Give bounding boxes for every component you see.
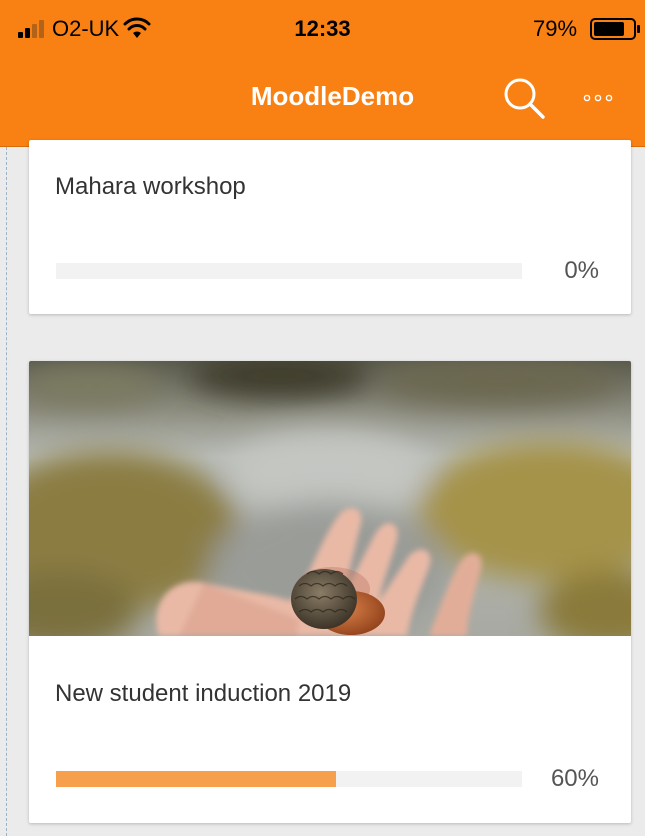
more-options-button[interactable]: [578, 88, 618, 108]
course-card[interactable]: New student induction 2019 60%: [29, 361, 631, 823]
status-bar: O2-UK 12:33 79%: [0, 0, 645, 64]
scroll-edge-divider: [6, 147, 7, 836]
course-title: Mahara workshop: [55, 173, 246, 200]
course-title: New student induction 2019: [55, 680, 352, 707]
course-progress-percent: 0%: [564, 257, 599, 284]
battery-icon: [590, 18, 640, 40]
app-header: O2-UK 12:33 79% MoodleDemo: [0, 0, 645, 147]
course-progress-bar: [56, 771, 522, 787]
app-title: MoodleDemo: [250, 81, 415, 111]
course-card[interactable]: Mahara workshop 0%: [29, 140, 631, 314]
more-options-icon: [583, 94, 613, 102]
course-progress-percent: 60%: [550, 765, 599, 792]
course-image: [29, 361, 631, 636]
battery-percentage: 79%: [533, 16, 578, 41]
course-progress-bar: [56, 263, 522, 279]
search-icon: [504, 78, 545, 119]
search-button[interactable]: [500, 74, 548, 122]
course-progress-fill: [56, 771, 336, 787]
